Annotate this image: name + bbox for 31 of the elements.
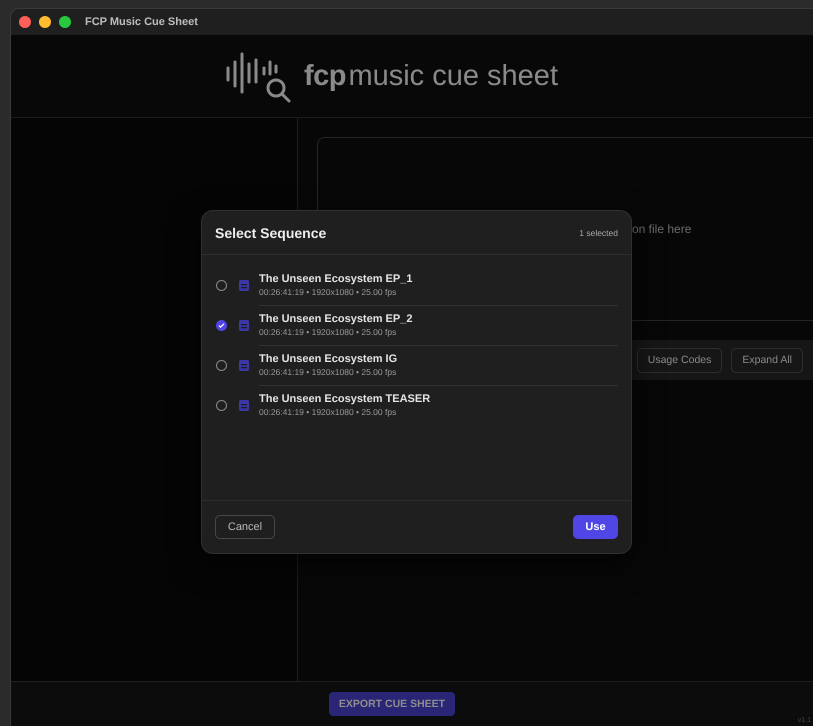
sequence-details: 00:26:41:19 • 1920x1080 • 25.00 fps bbox=[259, 326, 396, 336]
sequence-name: The Unseen Ecosystem EP_2 bbox=[259, 312, 412, 324]
radio-button[interactable] bbox=[216, 360, 227, 370]
sequence-details: 00:26:41:19 • 1920x1080 • 25.00 fps bbox=[259, 406, 396, 416]
logo-text-bold: fcp bbox=[304, 60, 346, 92]
drop-zone-text: on file here bbox=[632, 222, 692, 236]
use-button[interactable]: Use bbox=[573, 515, 618, 539]
logo-text: music cue sheet bbox=[348, 60, 558, 92]
window-title: FCP Music Cue Sheet bbox=[85, 16, 198, 28]
toolbar-button[interactable]: Usage Codes bbox=[636, 348, 722, 372]
sequence-details: 00:26:41:19 • 1920x1080 • 25.00 fps bbox=[259, 286, 396, 296]
radio-button[interactable] bbox=[216, 320, 227, 330]
sequence-icon bbox=[237, 318, 251, 332]
sequence-icon bbox=[237, 398, 251, 412]
toolbar-button[interactable]: Expand All bbox=[731, 348, 803, 372]
sequence-name: The Unseen Ecosystem IG bbox=[259, 352, 398, 364]
export-button[interactable]: EXPORT CUE SHEET bbox=[329, 692, 455, 716]
sequence-name: The Unseen Ecosystem EP_1 bbox=[259, 272, 412, 284]
minimize-button[interactable] bbox=[39, 16, 51, 28]
sequence-details: 00:26:41:19 • 1920x1080 • 25.00 fps bbox=[259, 366, 396, 376]
sequence-name: The Unseen Ecosystem TEASER bbox=[259, 392, 430, 404]
selection-count: 1 selected bbox=[579, 228, 618, 238]
radio-button[interactable] bbox=[216, 400, 227, 410]
sequence-icon bbox=[237, 278, 251, 292]
sequence-icon bbox=[237, 358, 251, 372]
radio-button[interactable] bbox=[216, 280, 227, 290]
cancel-button[interactable]: Cancel bbox=[215, 515, 275, 539]
zoom-button[interactable] bbox=[59, 16, 71, 28]
close-button[interactable] bbox=[19, 16, 31, 28]
check-icon bbox=[218, 322, 225, 328]
dialog-title: Select Sequence bbox=[215, 224, 326, 240]
